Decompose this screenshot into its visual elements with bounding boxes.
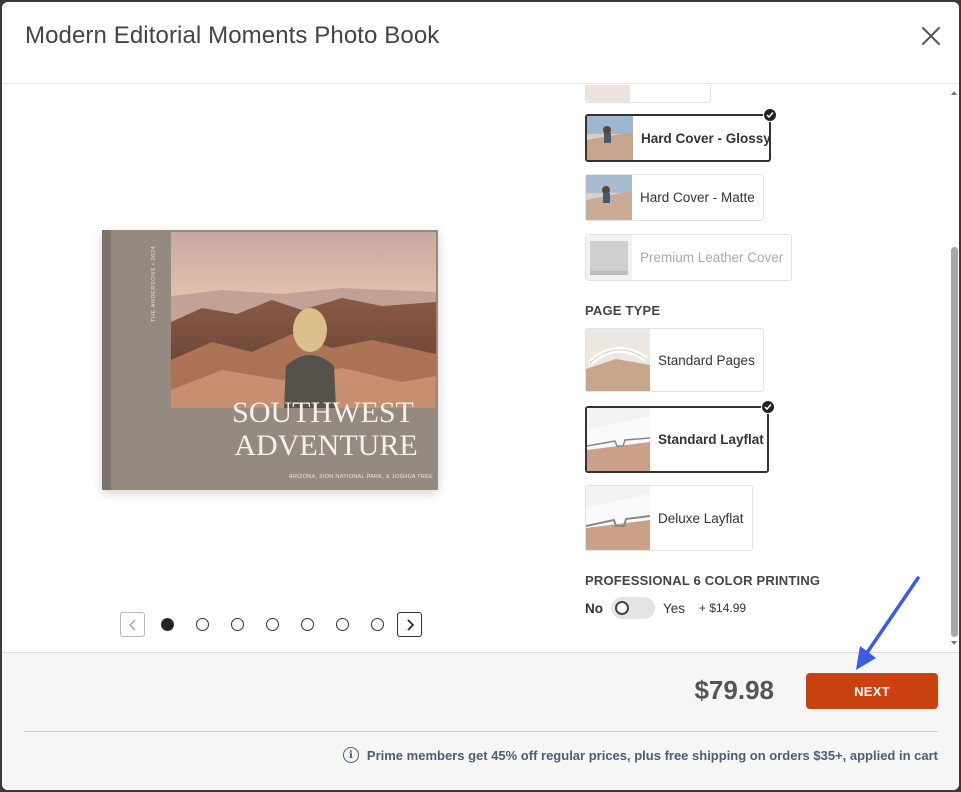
cover-image: THE ANDERSONS • 2024 SOUTHWEST ADVENTURE… [102, 230, 438, 490]
carousel-dot[interactable] [231, 618, 244, 631]
carousel-dot[interactable] [161, 618, 174, 631]
cover-option-label: Hard Cover - Glossy [641, 130, 771, 146]
preview-carousel [120, 610, 430, 640]
cover-option-hard-glossy[interactable]: Hard Cover - Glossy [585, 108, 777, 162]
scroll-up-arrow[interactable] [951, 91, 957, 95]
info-icon: i [342, 747, 359, 763]
close-button[interactable] [919, 24, 943, 48]
cover-thumbnail [587, 116, 633, 160]
carousel-prev-button[interactable] [120, 612, 145, 637]
total-price: $79.98 [694, 675, 774, 705]
cover-subtitle: ARIZONA, ZION NATIONAL PARK, & JOSHUA TR… [289, 474, 433, 480]
toggle-knob [615, 601, 629, 615]
promo-message: i Prime members get 45% off regular pric… [342, 747, 938, 763]
cover-thumbnail [586, 175, 632, 220]
page-type-thumbnail [587, 408, 650, 471]
page-type-heading: PAGE TYPE [585, 303, 661, 318]
page-type-thumbnail [586, 329, 650, 391]
photo-book-modal: Modern Editorial Moments Photo Book THE … [2, 2, 959, 790]
page-type-label: Standard Pages [658, 352, 755, 368]
cover-title-line2: ADVENTURE [234, 429, 417, 462]
chevron-right-icon [406, 618, 414, 631]
page-type-label: Deluxe Layflat [658, 510, 744, 526]
cover-thumbnail [586, 85, 630, 102]
toggle-yes-label: Yes [663, 600, 686, 616]
cover-thumbnail [586, 235, 632, 280]
printing-heading: PROFESSIONAL 6 COLOR PRINTING [585, 573, 821, 588]
selected-check-icon [761, 400, 775, 414]
cover-option-label: Premium Leather Cover [640, 250, 784, 265]
page-type-label: Standard Layflat [658, 432, 764, 447]
carousel-dot[interactable] [371, 618, 384, 631]
close-icon [922, 27, 940, 45]
cover-option-label: Hard Cover - Matte [640, 190, 755, 205]
carousel-next-button[interactable] [397, 612, 422, 637]
printing-toggle-row: No Yes + $14.99 [585, 595, 746, 621]
page-type-thumbnail [586, 486, 650, 550]
cover-title-line1: SOUTHWEST [232, 396, 414, 429]
page-type-standard-pages[interactable]: Standard Pages [585, 328, 764, 392]
scroll-down-arrow[interactable] [951, 641, 957, 645]
cover-option-premium-leather[interactable]: Premium Leather Cover [585, 234, 792, 281]
book-cover-preview: THE ANDERSONS • 2024 SOUTHWEST ADVENTURE… [102, 230, 438, 490]
modal-title: Modern Editorial Moments Photo Book [25, 22, 440, 49]
spine-text: THE ANDERSONS • 2024 [151, 246, 157, 322]
carousel-dot[interactable] [266, 618, 279, 631]
printing-price: + $14.99 [699, 601, 747, 615]
carousel-dot[interactable] [336, 618, 349, 631]
page-type-deluxe-layflat[interactable]: Deluxe Layflat [585, 485, 753, 551]
modal-header: Modern Editorial Moments Photo Book [2, 2, 959, 84]
carousel-dot[interactable] [196, 618, 209, 631]
cover-option[interactable] [585, 85, 711, 103]
selected-check-icon [763, 108, 777, 122]
page-type-standard-layflat[interactable]: Standard Layflat [585, 400, 775, 473]
options-panel[interactable]: Hard Cover - Glossy Hard Cover - Matte P… [582, 85, 952, 652]
carousel-dot[interactable] [301, 618, 314, 631]
toggle-no-label: No [585, 600, 603, 616]
footer-divider [24, 731, 938, 732]
next-button[interactable]: NEXT [806, 673, 938, 709]
cover-option-hard-matte[interactable]: Hard Cover - Matte [585, 174, 764, 221]
printing-toggle[interactable] [611, 597, 655, 619]
modal-footer: $79.98 NEXT i Prime members get 45% off … [2, 652, 959, 790]
promo-text: Prime members get 45% off regular prices… [366, 747, 938, 763]
scrollbar-thumb[interactable] [951, 247, 958, 637]
options-scrollbar[interactable] [948, 85, 959, 652]
chevron-left-icon [128, 618, 136, 631]
